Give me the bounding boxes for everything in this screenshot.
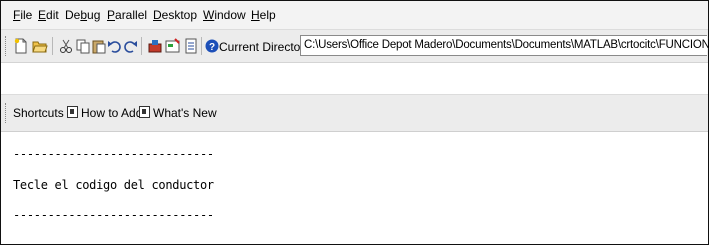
shortcuts-grip[interactable] [5,103,8,123]
shortcut-icon [139,106,150,118]
menu-debug[interactable]: Debug [65,8,100,22]
shortcut-how-to-add[interactable]: How to Add [67,106,142,120]
help-icon[interactable]: ? [204,38,220,54]
main-toolbar: ? Current Directory: C:\Users\Office Dep… [1,30,709,63]
menu-bar: File Edit Debug Parallel Desktop Window … [1,1,708,30]
toolbar-separator [52,37,53,55]
shortcuts-label[interactable]: Shortcuts [13,106,64,120]
redo-icon[interactable] [122,38,138,54]
current-directory-path[interactable]: C:\Users\Office Depot Madero\Documents\D… [304,39,709,51]
undo-icon[interactable] [107,38,123,54]
command-window[interactable]: ----------------------------- Tecle el c… [1,132,708,244]
menu-parallel[interactable]: Parallel [107,8,147,22]
menu-edit[interactable]: Edit [38,8,59,22]
toolbar-gap [1,63,708,93]
menu-window[interactable]: Window [203,8,246,22]
matlab-window: File Edit Debug Parallel Desktop Window … [0,0,709,245]
console-line: ----------------------------- [13,147,214,161]
guide-icon[interactable] [165,38,181,54]
toolbar-separator [141,37,142,55]
open-folder-icon[interactable] [32,38,48,54]
menu-help[interactable]: Help [251,8,276,22]
simulink-icon[interactable] [147,38,163,54]
shortcut-whats-new[interactable]: What's New [139,106,217,120]
shortcuts-toolbar: Shortcuts How to Add What's New [1,94,708,132]
menu-desktop[interactable]: Desktop [153,8,197,22]
cut-icon[interactable] [58,38,74,54]
menu-file[interactable]: File [13,8,32,22]
profiler-icon[interactable] [183,38,199,54]
current-directory-field[interactable]: C:\Users\Office Depot Madero\Documents\D… [300,35,709,56]
copy-icon[interactable] [75,38,91,54]
shortcut-icon [67,106,78,118]
toolbar-separator [201,37,202,55]
console-line: ----------------------------- [13,208,214,222]
new-file-icon[interactable] [13,38,29,54]
console-line: Tecle el codigo del conductor [13,178,214,192]
toolbar-grip[interactable] [5,36,8,56]
paste-icon[interactable] [91,38,107,54]
svg-text:?: ? [209,42,215,53]
